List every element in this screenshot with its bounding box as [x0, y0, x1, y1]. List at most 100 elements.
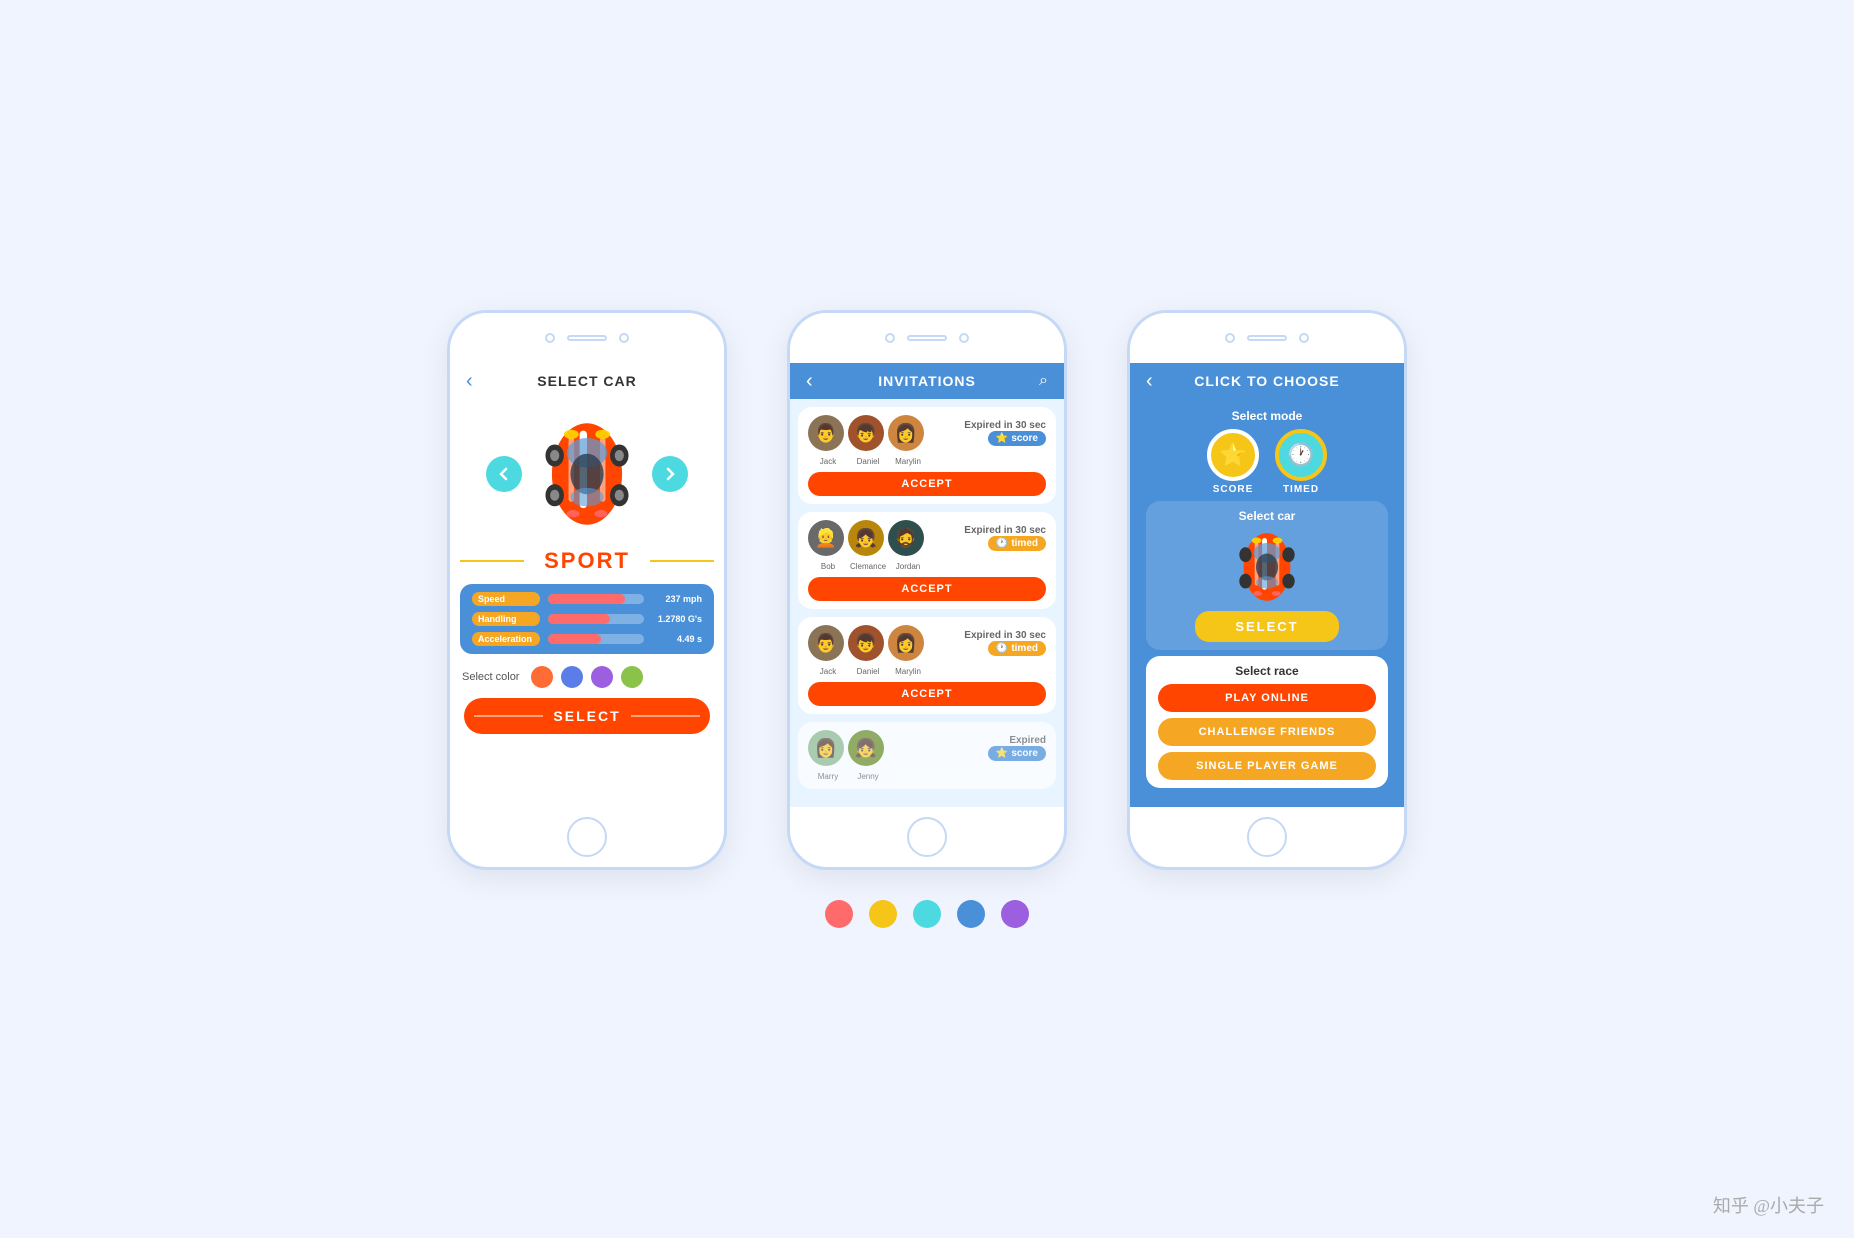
p1-color-label: Select color — [462, 671, 519, 683]
avatar-bob: 👱 — [808, 520, 844, 556]
p2-names-1: Jack Daniel Marylin — [808, 457, 1046, 466]
avatar-jenny: 👧 — [848, 730, 884, 766]
p1-handling-bar — [548, 614, 610, 624]
p2-name-jordan: Jordan — [890, 562, 926, 571]
p2-search-icon[interactable]: ⌕ — [1039, 372, 1048, 390]
p1-stat-handling: Handling 1.2780 G's — [472, 612, 702, 626]
dot-yellow[interactable] — [869, 900, 897, 928]
phone3-speaker — [1247, 335, 1287, 341]
phone1-content: ‹ SELECT CAR — [450, 363, 724, 807]
p1-accel-bar — [548, 634, 601, 644]
p2-name-marylin-1: Marylin — [890, 457, 926, 466]
phone3-bottom — [1130, 807, 1404, 867]
p2-badge-score-1: ⭐ score — [988, 431, 1046, 446]
phone3-content: ‹ CLICK TO CHOOSE Select mode ⭐ SCORE 🕐 … — [1130, 363, 1404, 807]
color-blue[interactable] — [561, 666, 583, 688]
p2-expired-3: Expired in 30 sec — [964, 630, 1046, 641]
phone2-bottom — [790, 807, 1064, 867]
color-green[interactable] — [621, 666, 643, 688]
p3-car-image — [1227, 527, 1307, 607]
p2-invite-top-3: 👨 👦 👩 Expired in 30 sec 🕐 timed — [808, 625, 1046, 661]
avatar-daniel-2: 👦 — [848, 625, 884, 661]
dot-red[interactable] — [825, 900, 853, 928]
p2-name-marry: Marry — [810, 772, 846, 781]
p2-expired-2: Expired in 30 sec — [964, 525, 1046, 536]
dot-purple[interactable] — [1001, 900, 1029, 928]
p1-car-name-area: SPORT — [450, 548, 724, 574]
p1-back-button[interactable]: ‹ — [466, 370, 473, 393]
phone2-speaker — [907, 335, 947, 341]
p2-accept-btn-1[interactable]: ACCEPT — [808, 472, 1046, 496]
p1-handling-bar-bg — [548, 614, 644, 624]
p2-name-jack-2: Jack — [810, 667, 846, 676]
avatar-jordan: 🧔 — [888, 520, 924, 556]
p1-right-line — [650, 560, 714, 562]
p2-name-jenny: Jenny — [850, 772, 886, 781]
p2-name-bob: Bob — [810, 562, 846, 571]
p2-badge-score-4: ⭐ score — [988, 746, 1046, 761]
phone3-home[interactable] — [1247, 817, 1287, 857]
phone1-bottom — [450, 807, 724, 867]
p2-invite-card-2: 👱 👧 🧔 Expired in 30 sec 🕐 timed Bob Clem… — [798, 512, 1056, 609]
phone1-camera — [545, 333, 555, 343]
p1-handling-val: 1.2780 G's — [652, 614, 702, 624]
phone-select-car: ‹ SELECT CAR — [447, 310, 727, 870]
p1-speed-label: Speed — [472, 592, 540, 606]
p2-back-button[interactable]: ‹ — [806, 370, 813, 393]
p2-invite-info-2: Expired in 30 sec 🕐 timed — [928, 525, 1046, 551]
p2-name-daniel-1: Daniel — [850, 457, 886, 466]
p3-play-online-btn[interactable]: PLAY ONLINE — [1158, 684, 1376, 712]
p1-prev-arrow[interactable] — [486, 456, 522, 492]
avatar-daniel-1: 👦 — [848, 415, 884, 451]
p1-car-name: SPORT — [544, 548, 630, 574]
phone3-top — [1130, 313, 1404, 363]
p2-accept-btn-2[interactable]: ACCEPT — [808, 577, 1046, 601]
p1-next-arrow[interactable] — [652, 456, 688, 492]
color-purple[interactable] — [591, 666, 613, 688]
p1-accel-val: 4.49 s — [652, 634, 702, 644]
p2-expired-1: Expired in 30 sec — [964, 420, 1046, 431]
p2-invite-top-2: 👱 👧 🧔 Expired in 30 sec 🕐 timed — [808, 520, 1046, 556]
p3-select-mode-label: Select mode — [1232, 409, 1303, 423]
p2-name-clemance: Clemance — [850, 562, 886, 571]
phone1-speaker — [567, 335, 607, 341]
p1-select-button[interactable]: SELECT — [464, 698, 710, 734]
p3-timed-icon[interactable]: 🕐 — [1275, 429, 1327, 481]
p2-avatars-1: 👨 👦 👩 — [808, 415, 924, 451]
phone1-home[interactable] — [567, 817, 607, 857]
color-orange[interactable] — [531, 666, 553, 688]
p2-title: INVITATIONS — [878, 373, 976, 389]
p2-avatars-2: 👱 👧 🧔 — [808, 520, 924, 556]
p1-stat-accel: Acceleration 4.49 s — [472, 632, 702, 646]
dot-blue[interactable] — [957, 900, 985, 928]
p3-select-button[interactable]: SELECT — [1195, 611, 1338, 642]
phone2-home[interactable] — [907, 817, 947, 857]
phone1-camera2 — [619, 333, 629, 343]
p3-score-icon[interactable]: ⭐ — [1207, 429, 1259, 481]
p2-invite-card-1: 👨 👦 👩 Expired in 30 sec ⭐ score Jack Dan… — [798, 407, 1056, 504]
avatar-jack-1: 👨 — [808, 415, 844, 451]
p1-car-area — [450, 399, 724, 544]
p3-single-player-btn[interactable]: SINGLE PLAYER GAME — [1158, 752, 1376, 780]
p2-badge-timed-3: 🕐 timed — [988, 641, 1046, 656]
p3-mode-timed[interactable]: 🕐 TIMED — [1275, 429, 1327, 495]
dot-teal[interactable] — [913, 900, 941, 928]
p3-challenge-friends-btn[interactable]: CHALLENGE FRIENDS — [1158, 718, 1376, 746]
p2-invite-info-3: Expired in 30 sec 🕐 timed — [928, 630, 1046, 656]
p2-invite-card-3: 👨 👦 👩 Expired in 30 sec 🕐 timed Jack Dan… — [798, 617, 1056, 714]
p3-mode-score[interactable]: ⭐ SCORE — [1207, 429, 1259, 495]
p2-invite-info-1: Expired in 30 sec ⭐ score — [928, 420, 1046, 446]
p2-accept-btn-3[interactable]: ACCEPT — [808, 682, 1046, 706]
p1-accel-bar-bg — [548, 634, 644, 644]
p3-score-label: SCORE — [1213, 484, 1254, 495]
p1-select-label: SELECT — [553, 708, 620, 724]
phone-invitations: ‹ INVITATIONS ⌕ 👨 👦 👩 Expired in 3 — [787, 310, 1067, 870]
p1-accel-label: Acceleration — [472, 632, 540, 646]
p1-btn-dash-left — [474, 715, 543, 717]
p3-back-button[interactable]: ‹ — [1146, 370, 1153, 393]
p2-invitation-list: 👨 👦 👩 Expired in 30 sec ⭐ score Jack Dan… — [790, 399, 1064, 807]
p3-timed-label: TIMED — [1283, 484, 1319, 495]
avatar-jack-2: 👨 — [808, 625, 844, 661]
p1-speed-bar-bg — [548, 594, 644, 604]
phone2-top — [790, 313, 1064, 363]
